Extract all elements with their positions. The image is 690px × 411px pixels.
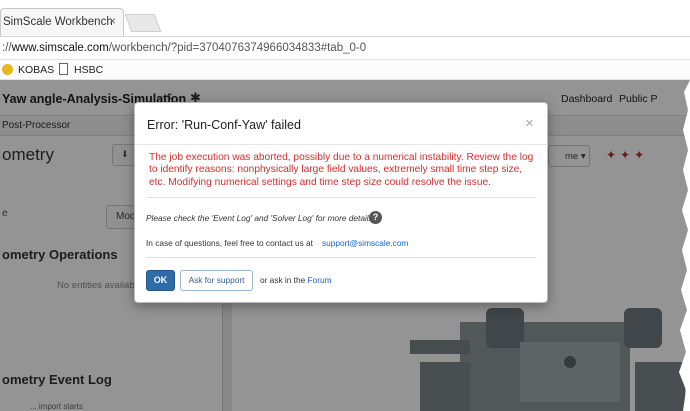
torn-edge-decoration — [150, 0, 690, 411]
